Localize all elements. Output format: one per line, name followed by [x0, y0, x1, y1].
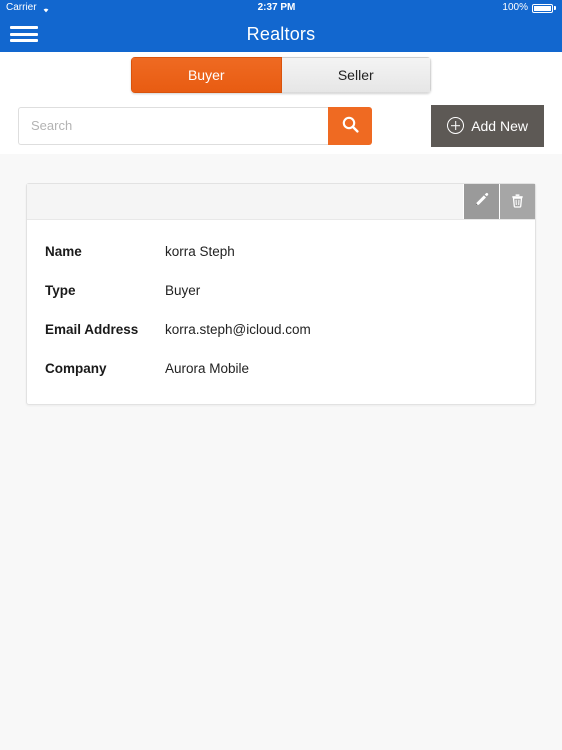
search-group [18, 106, 372, 145]
table-row: Name korra Steph [45, 232, 517, 271]
magnifier-icon [341, 115, 360, 137]
row-value-email: korra.steph@icloud.com [165, 322, 311, 337]
navigation-bar: Realtors [0, 16, 562, 52]
carrier-label: Carrier [6, 2, 37, 13]
add-new-button[interactable]: Add New [431, 104, 544, 147]
plus-circle-icon [447, 117, 465, 134]
table-row: Email Address korra.steph@icloud.com [45, 310, 517, 349]
search-button[interactable] [328, 106, 372, 145]
buyer-seller-segmented-control[interactable]: Buyer Seller [131, 56, 431, 93]
trash-icon [509, 192, 526, 212]
row-label-type: Type [45, 283, 76, 298]
card-header [27, 184, 535, 220]
status-bar-left: Carrier [6, 0, 51, 16]
status-bar-time: 2:37 PM [257, 2, 296, 13]
wifi-icon [41, 4, 51, 13]
app-screen: Carrier 2:37 PM 100% Realtors Buyer Sell… [0, 0, 562, 750]
row-label-name: Name [45, 244, 82, 259]
delete-button[interactable] [499, 184, 535, 219]
battery-full-icon [532, 3, 556, 13]
row-value-name: korra Steph [165, 244, 235, 259]
row-label-email: Email Address [45, 322, 139, 337]
card-body: Name korra Steph Type Buyer Email Addres… [27, 220, 535, 404]
status-bar-right: 100% [502, 0, 556, 16]
toolbar: Add New [0, 97, 562, 154]
realtor-card: Name korra Steph Type Buyer Email Addres… [26, 183, 536, 405]
search-input[interactable] [18, 106, 328, 145]
content-area: Name korra Steph Type Buyer Email Addres… [0, 154, 562, 405]
hamburger-menu-icon[interactable] [10, 24, 38, 44]
edit-button[interactable] [463, 184, 499, 219]
page-title: Realtors [246, 23, 316, 44]
table-row: Type Buyer [45, 271, 517, 310]
battery-percent-label: 100% [502, 2, 528, 13]
tab-buyer[interactable]: Buyer [131, 56, 282, 93]
row-label-company: Company [45, 361, 107, 376]
add-new-label: Add New [471, 117, 528, 134]
row-value-company: Aurora Mobile [165, 361, 250, 376]
row-value-type: Buyer [165, 283, 201, 298]
tab-seller[interactable]: Seller [281, 56, 431, 93]
status-bar: Carrier 2:37 PM 100% [0, 0, 562, 16]
segmented-control-container: Buyer Seller [0, 52, 562, 97]
pencil-icon [473, 192, 490, 212]
table-row: Company Aurora Mobile [45, 349, 517, 388]
